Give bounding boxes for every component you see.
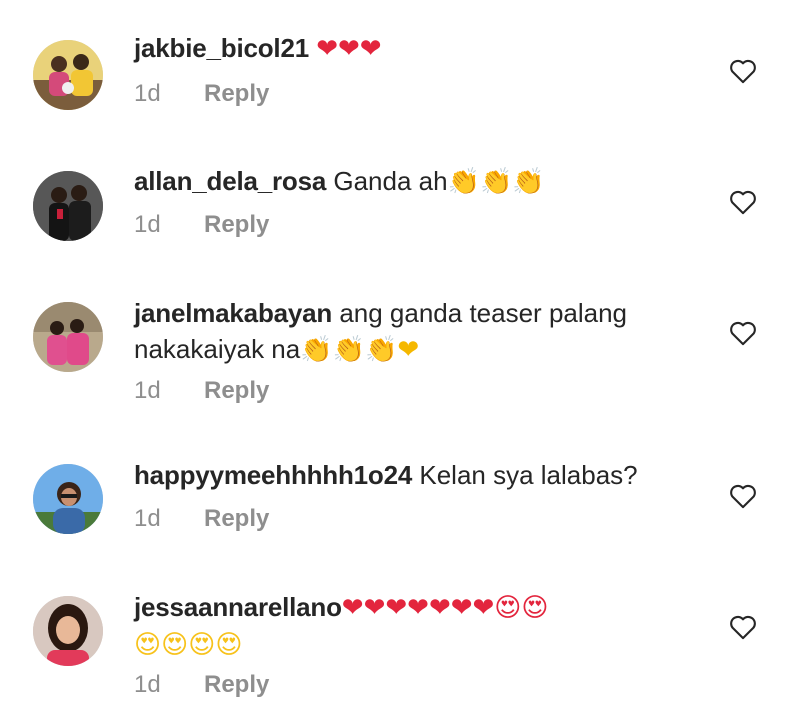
- comment-timestamp: 1d: [134, 671, 161, 698]
- comment-meta: 1d Reply: [134, 80, 269, 108]
- avatar[interactable]: [33, 596, 103, 666]
- comment-username[interactable]: allan_dela_rosa: [134, 166, 326, 196]
- heart-eyes-emoji-icon: 😍😍😍😍: [134, 630, 243, 660]
- comment-meta: 1d Reply: [134, 211, 269, 239]
- reply-button[interactable]: Reply: [204, 80, 269, 107]
- reply-button[interactable]: Reply: [204, 211, 269, 238]
- heart-emoji-icon: ❤❤❤❤❤❤❤😍😍: [341, 593, 549, 623]
- like-button[interactable]: [729, 320, 757, 346]
- comment-meta: 1d Reply: [134, 671, 269, 699]
- comment-timestamp: 1d: [134, 505, 161, 532]
- comment-text: Ganda ah: [333, 166, 448, 196]
- avatar[interactable]: [33, 464, 103, 534]
- comment-username[interactable]: jakbie_bicol21: [134, 33, 309, 63]
- reply-button[interactable]: Reply: [204, 377, 269, 404]
- comment-username[interactable]: jessaannarellano: [134, 592, 342, 622]
- reply-button[interactable]: Reply: [204, 671, 269, 698]
- comment-username[interactable]: janelmakabayan: [134, 298, 332, 328]
- avatar[interactable]: [33, 171, 103, 241]
- comment-text-continued: nakakaiyak na: [134, 334, 301, 364]
- comment-line: nakakaiyak na👏👏👏❤: [134, 331, 694, 368]
- clap-emoji-icon: 👏👏👏: [447, 167, 545, 197]
- comment-username[interactable]: happyymeehhhhh1o24: [134, 460, 412, 490]
- heart-outline-icon: [730, 321, 756, 346]
- avatar-photo: [33, 171, 103, 241]
- comment-line: 😍😍😍😍: [134, 626, 694, 663]
- comment-timestamp: 1d: [134, 211, 161, 238]
- comment-line: happyymeehhhhh1o24 Kelan sya lalabas?: [134, 457, 694, 493]
- like-button[interactable]: [729, 614, 757, 640]
- comment-line: janelmakabayan ang ganda teaser palang: [134, 295, 694, 331]
- heart-outline-icon: [730, 59, 756, 84]
- comment-line: allan_dela_rosa Ganda ah👏👏👏: [134, 163, 694, 200]
- like-button[interactable]: [729, 189, 757, 215]
- comment-timestamp: 1d: [134, 80, 161, 107]
- avatar-photo: [33, 302, 103, 372]
- comment-text: ang ganda teaser palang: [339, 298, 628, 328]
- avatar-photo: [33, 464, 103, 534]
- comment-meta: 1d Reply: [134, 505, 269, 533]
- avatar-photo: [33, 596, 103, 666]
- like-button[interactable]: [729, 58, 757, 84]
- avatar-photo: [33, 40, 103, 110]
- heart-emoji-icon: ❤❤❤: [316, 34, 382, 64]
- reply-button[interactable]: Reply: [204, 505, 269, 532]
- comment-timestamp: 1d: [134, 377, 161, 404]
- comment-line: jessaannarellano❤❤❤❤❤❤❤😍😍: [134, 589, 694, 626]
- avatar[interactable]: [33, 302, 103, 372]
- clap-emoji-icon: 👏👏👏❤: [300, 335, 420, 365]
- comment-text: Kelan sya lalabas?: [419, 460, 638, 490]
- heart-outline-icon: [730, 190, 756, 215]
- comment-meta: 1d Reply: [134, 377, 269, 405]
- heart-outline-icon: [730, 484, 756, 509]
- like-button[interactable]: [729, 483, 757, 509]
- comment-line: jakbie_bicol21 ❤❤❤: [134, 30, 694, 67]
- heart-outline-icon: [730, 615, 756, 640]
- avatar[interactable]: [33, 40, 103, 110]
